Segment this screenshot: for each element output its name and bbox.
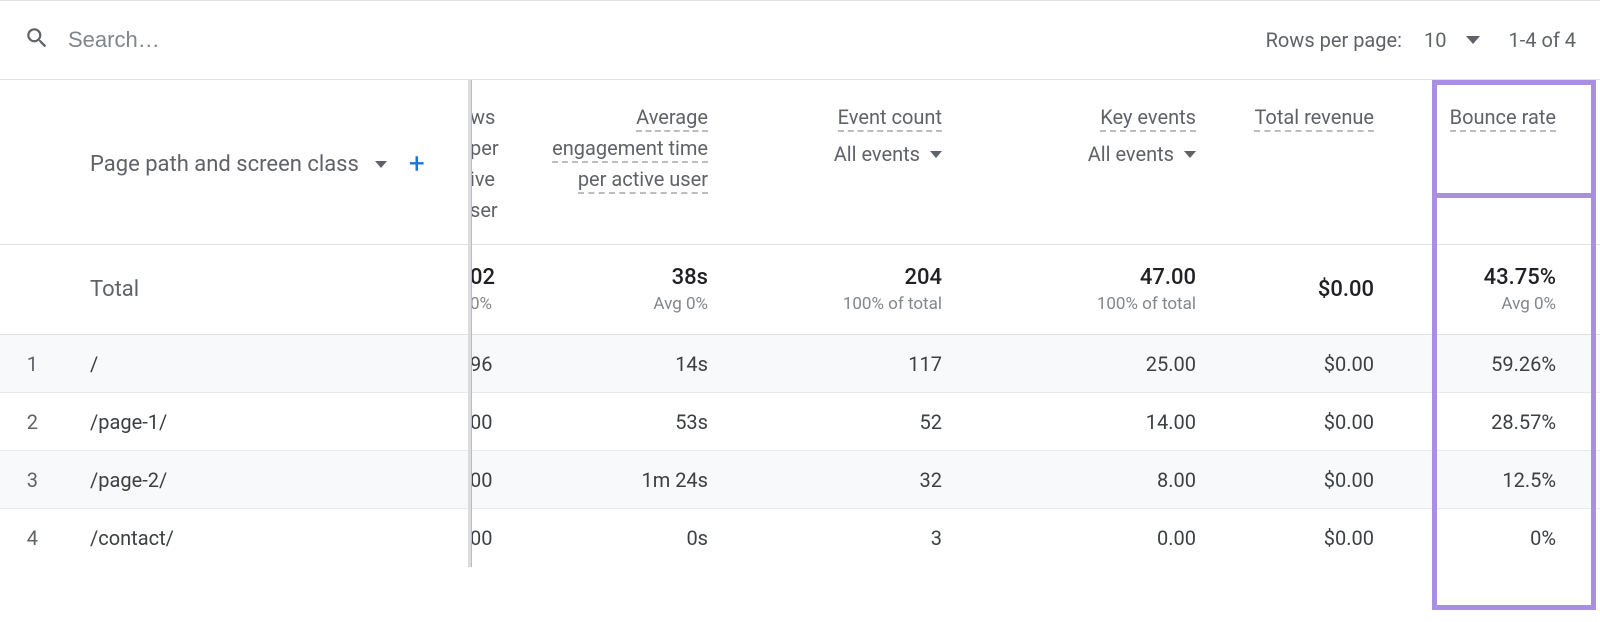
row-bounce: 12.5% [1386, 464, 1568, 496]
row-engagement: 14s [524, 348, 720, 380]
table-toolbar: Rows per page: 10 1-4 of 4 [0, 0, 1600, 80]
column-header-key-events[interactable]: Key events All events [954, 98, 1208, 174]
row-key-events: 14.00 [954, 406, 1208, 438]
totals-views-truncated: 02 [470, 265, 512, 290]
row-path[interactable]: /contact/ [60, 522, 468, 554]
pager: Rows per page: 10 1-4 of 4 [1266, 28, 1576, 52]
event-count-filter[interactable]: All events [834, 139, 942, 170]
totals-revenue: $0.00 [1208, 277, 1374, 302]
column-header-bounce-rate[interactable]: Bounce rate [1386, 98, 1568, 137]
row-engagement: 1m 24s [524, 464, 720, 496]
row-views-truncated: 96 [468, 348, 524, 380]
frozen-column-divider[interactable] [468, 80, 472, 567]
add-dimension-button[interactable]: + [403, 150, 431, 178]
table-row[interactable]: 2 /page-1/ 00 53s 52 14.00 $0.00 28.57% [0, 393, 1600, 451]
row-engagement: 0s [524, 522, 720, 554]
dimension-picker[interactable]: Page path and screen class [90, 152, 359, 177]
chevron-down-icon [1466, 36, 1480, 44]
table-totals-row: Total 02 0% 38s Avg 0% 204 100% of total… [0, 245, 1600, 335]
chevron-down-icon [375, 161, 387, 168]
search-input[interactable] [66, 26, 466, 54]
rows-per-page-label: Rows per page: [1266, 28, 1402, 52]
row-events: 52 [720, 406, 954, 438]
row-path[interactable]: / [60, 348, 468, 380]
row-views-truncated: 00 [468, 464, 524, 496]
row-revenue: $0.00 [1208, 464, 1386, 496]
chevron-down-icon [930, 151, 942, 158]
row-index: 4 [0, 522, 60, 554]
row-path[interactable]: /page-2/ [60, 464, 468, 496]
table-row[interactable]: 4 /contact/ 00 0s 3 0.00 $0.00 0% [0, 509, 1600, 567]
totals-event-count: 204 [720, 265, 942, 290]
column-header-avg-engagement[interactable]: Average engagement time per active user [524, 98, 720, 199]
row-engagement: 53s [524, 406, 720, 438]
row-index: 1 [0, 348, 60, 380]
search-icon [24, 25, 50, 55]
row-views-truncated: 00 [468, 406, 524, 438]
data-table: Page path and screen class + ws per ive … [0, 80, 1600, 567]
row-index: 2 [0, 406, 60, 438]
key-events-filter[interactable]: All events [1088, 139, 1196, 170]
row-events: 117 [720, 348, 954, 380]
row-views-truncated: 00 [468, 522, 524, 554]
row-bounce: 28.57% [1386, 406, 1568, 438]
table-header-row: Page path and screen class + ws per ive … [0, 80, 1600, 245]
totals-key-events: 47.00 [954, 265, 1196, 290]
row-events: 3 [720, 522, 954, 554]
row-key-events: 0.00 [954, 522, 1208, 554]
totals-label: Total [60, 273, 468, 306]
chevron-down-icon [1184, 151, 1196, 158]
row-revenue: $0.00 [1208, 522, 1386, 554]
row-revenue: $0.00 [1208, 406, 1386, 438]
row-revenue: $0.00 [1208, 348, 1386, 380]
column-header-event-count[interactable]: Event count All events [720, 98, 954, 174]
row-events: 32 [720, 464, 954, 496]
row-key-events: 8.00 [954, 464, 1208, 496]
totals-avg-engagement: 38s [524, 265, 708, 290]
table-row[interactable]: 3 /page-2/ 00 1m 24s 32 8.00 $0.00 12.5% [0, 451, 1600, 509]
row-key-events: 25.00 [954, 348, 1208, 380]
row-bounce: 0% [1386, 522, 1568, 554]
totals-bounce-rate: 43.75% [1386, 265, 1556, 290]
rows-per-page-select[interactable]: 10 [1424, 28, 1480, 52]
row-index: 3 [0, 464, 60, 496]
column-header-views-truncated[interactable]: ws per ive ser [468, 98, 524, 230]
column-header-total-revenue[interactable]: Total revenue [1208, 98, 1386, 137]
row-path[interactable]: /page-1/ [60, 406, 468, 438]
row-bounce: 59.26% [1386, 348, 1568, 380]
pager-range: 1-4 of 4 [1508, 28, 1576, 52]
rows-per-page-value: 10 [1424, 28, 1446, 52]
table-row[interactable]: 1 / 96 14s 117 25.00 $0.00 59.26% [0, 335, 1600, 393]
